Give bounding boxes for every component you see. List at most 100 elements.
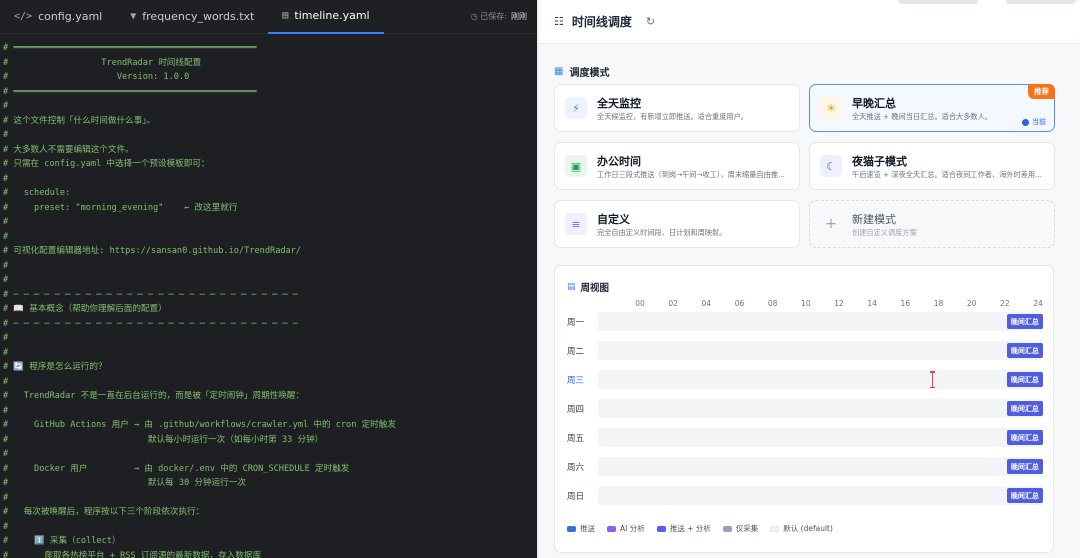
tab-frequency-words[interactable]: ▼ frequency_words.txt [116,0,268,34]
code-line[interactable]: # preset: "morning_evening" ← 改这里就行 [3,201,537,216]
mode-desc: 全天推送 + 晚间当日汇总。适合大多数人。 [852,112,992,121]
refresh-icon[interactable]: ↻ [646,15,655,28]
code-line[interactable]: # ══════════════════════════════════════… [3,41,537,56]
day-track[interactable]: 晚间汇总 [598,341,1043,360]
code-line[interactable]: # ══════════════════════════════════════… [3,85,537,100]
code-line[interactable]: # TrendRadar 时间线配置 [3,56,537,71]
hour-label: 08 [767,299,778,308]
code-line[interactable]: # [3,128,537,143]
mode-name: 夜猫子模式 [852,155,907,168]
lightning-icon: ⚡ [565,97,587,119]
code-line[interactable]: # [3,404,537,419]
code-line[interactable]: # 可视化配置编辑器地址: https://sansan0.github.io/… [3,244,537,259]
code-line[interactable]: # [3,346,537,361]
mode-name: 新建模式 [852,213,896,226]
code-content[interactable]: # ══════════════════════════════════════… [0,34,537,558]
schedule-block-evening-summary[interactable]: 晚间汇总 [1006,488,1043,503]
mode-card-night-owl[interactable]: ☾ 夜猫子模式 午后速览 + 深夜全天汇总。适合夜间工作者、海外时差用... [809,142,1055,190]
code-editor[interactable]: </> config.yaml ▼ frequency_words.txt ▤ … [0,0,537,558]
code-line[interactable]: # 大多数人不需要编辑这个文件。 [3,143,537,158]
code-line[interactable]: # [3,259,537,274]
mode-card-all-day[interactable]: ⚡ 全天监控 全天候监控，有新增立即推送。适合重度用户。 [554,84,800,132]
mode-card-morning-evening[interactable]: ☀ 早晚汇总 全天推送 + 晚间当日汇总。适合大多数人。 推荐 当前 [809,84,1055,132]
code-line[interactable]: # 默认每 30 分钟运行一次 [3,476,537,491]
mode-desc: 创建自定义调度方案 [852,228,917,237]
day-label: 周三 [567,376,585,386]
day-track[interactable]: 晚间汇总 [598,457,1043,476]
mode-name: 办公时间 [597,155,641,168]
code-line[interactable]: # 1️⃣ 采集（collect） [3,534,537,549]
hour-label: 18 [933,299,944,308]
week-view: ▤ 周视图 推送 AI 分析 推送 + 分析 仅采集 默认 (default) 00 02… [554,265,1054,553]
legend-item: 仅采集 [722,523,759,534]
schedule-block-evening-summary[interactable]: 晚间汇总 [1006,401,1043,416]
mode-card-new[interactable]: + 新建模式 创建自定义调度方案 [809,200,1055,248]
hour-label: 12 [834,299,844,308]
code-line[interactable]: # TrendRadar 不是一直在后台运行的，而是被「定时闹钟」周期性唤醒： [3,389,537,404]
mode-desc: 工作日三段式推送（到岗→午间→收工），周末缩量自由推... [597,170,785,179]
code-line[interactable]: # [3,230,537,245]
code-line[interactable]: # [3,99,537,114]
code-line[interactable]: # GitHub Actions 用户 → 由 .github/workflow… [3,418,537,433]
tab-config-yaml[interactable]: </> config.yaml [0,0,116,34]
legend-swatch [770,525,780,532]
day-track[interactable]: 晚间汇总 [598,428,1043,447]
code-line[interactable]: # Docker 用户 → 由 docker/.env 中的 CRON_SCHE… [3,462,537,477]
schedule-mode-icon: ▦ [554,66,564,77]
code-line[interactable]: # 爬取各热榜平台 + RSS 订阅源的最新数据，存入数据库 [3,549,537,558]
mode-desc: 完全自由定义时间段、日计划和周映射。 [597,228,727,237]
code-line[interactable]: # 这个文件控制「什么时间做什么事」。 [3,114,537,129]
tab-timeline-yaml[interactable]: ▤ timeline.yaml [268,0,384,34]
legend-swatch [656,525,666,532]
week-view-title: ▤ 周视图 [567,280,609,294]
legend-label: 推送 + 分析 [669,524,711,533]
sun-icon: ☀ [820,97,842,119]
schedule-block-evening-summary[interactable]: 晚间汇总 [1006,314,1043,329]
code-line[interactable]: # 每次被唤醒后，程序按以下三个阶段依次执行： [3,505,537,520]
code-line[interactable]: # 默认每小时运行一次（如每小时第 33 分钟） [3,433,537,448]
code-line[interactable]: # 📖 基本概念（帮助你理解后面的配置） [3,302,537,317]
mode-card-custom[interactable]: ≡ 自定义 完全自由定义时间段、日计划和周映射。 [554,200,800,248]
day-label: 周五 [567,434,585,444]
legend-item: AI 分析 [607,523,645,534]
code-line[interactable]: # [3,491,537,506]
code-line[interactable]: # [3,273,537,288]
schedule-block-evening-summary[interactable]: 晚间汇总 [1006,372,1043,387]
code-line[interactable]: # schedule: [3,186,537,201]
code-line[interactable]: # 只需在 config.yaml 中选择一个预设模板即可： [3,157,537,172]
hour-label: 04 [701,299,712,308]
code-line[interactable]: # [3,331,537,346]
code-line[interactable]: # ─ ─ ─ ─ ─ ─ ─ ─ ─ ─ ─ ─ ─ ─ ─ ─ ─ ─ ─ … [3,288,537,303]
day-track[interactable]: 晚间汇总 [598,486,1043,505]
day-track[interactable]: 晚间汇总 [598,399,1043,418]
code-line[interactable]: # [3,520,537,535]
code-icon: </> [14,11,33,22]
code-line[interactable]: # [3,172,537,187]
code-line[interactable]: # ─ ─ ─ ─ ─ ─ ─ ─ ─ ─ ─ ─ ─ ─ ─ ─ ─ ─ ─ … [3,317,537,332]
legend-label: 默认 (default) [783,524,833,533]
day-label: 周日 [567,492,585,502]
schedule-block-evening-summary[interactable]: 晚间汇总 [1006,343,1043,358]
check-circle-icon [1022,118,1029,126]
top-strip [898,0,1078,4]
calendar-icon: ▤ [282,10,289,21]
day-track[interactable]: 晚间汇总 [598,312,1043,331]
day-track[interactable]: 晚间汇总 [598,370,1043,389]
code-line[interactable]: # [3,375,537,390]
sliders-icon: ≡ [565,213,587,235]
schedule-block-evening-summary[interactable]: 晚间汇总 [1006,430,1043,445]
schedule-block-evening-summary[interactable]: 晚间汇总 [1006,459,1043,474]
mode-desc: 午后速览 + 深夜全天汇总。适合夜间工作者、海外时差用... [852,170,1042,179]
legend-label: 推送 [580,524,595,533]
code-line[interactable]: # 🔄 程序是怎么运行的？ [3,360,537,375]
legend-label: 仅采集 [735,524,759,533]
mode-name: 早晚汇总 [852,97,896,110]
mode-card-office-hours[interactable]: ▣ 办公时间 工作日三段式推送（到岗→午间→收工），周末缩量自由推... [554,142,800,190]
hour-label: 14 [867,299,877,308]
code-line[interactable]: # Version: 1.0.0 [3,70,537,85]
code-line[interactable]: # [3,215,537,230]
day-label: 周二 [567,347,585,357]
hour-label: 24 [1033,299,1043,308]
hour-label: 16 [900,299,911,308]
code-line[interactable]: # [3,447,537,462]
